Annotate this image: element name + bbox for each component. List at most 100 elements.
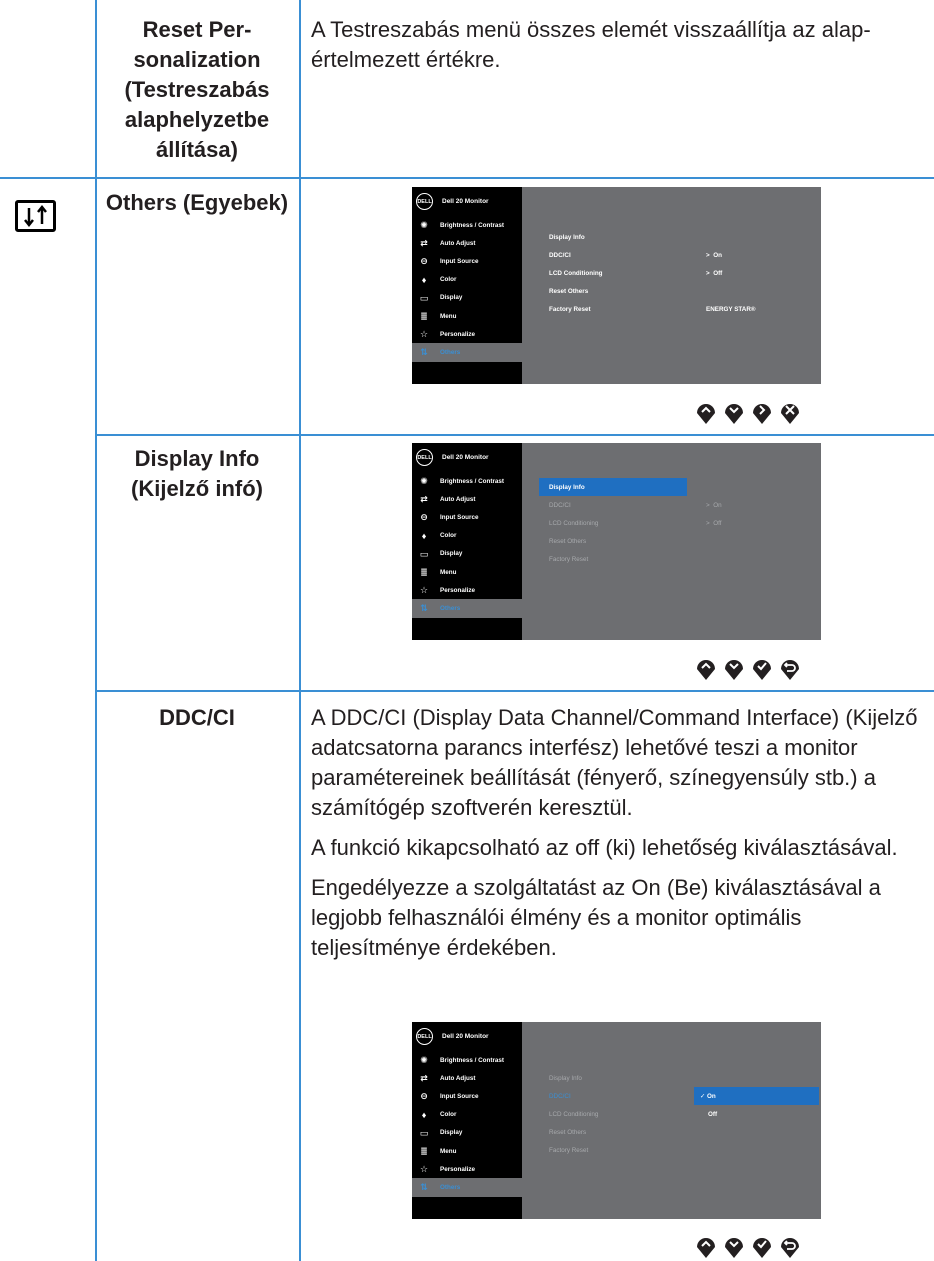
others-icon: ⇅ [420, 603, 428, 614]
osd-menu-item[interactable]: ✺ Brightness / Contrast [412, 1051, 522, 1069]
ddc-ci-label: DDC/CI [159, 705, 235, 730]
right-button-icon [753, 404, 771, 424]
osd-menu-item[interactable]: ♦ Color [412, 271, 522, 289]
osd-option[interactable]: LCD Conditioning > Off [549, 514, 821, 532]
close-button-icon [781, 404, 799, 424]
osd-option[interactable]: Display Info [549, 1069, 821, 1087]
personalize-star-icon: ☆ [419, 1164, 429, 1175]
osd-option[interactable]: Factory Reset [549, 550, 821, 568]
osd-menu-item[interactable]: ✺ Brightness / Contrast [412, 216, 522, 234]
input-source-icon: ⊖ [420, 1091, 428, 1102]
row-divider [0, 177, 934, 179]
osd-option-value: > Off [706, 519, 722, 527]
osd-option-selected[interactable]: Display Info [549, 478, 821, 496]
ddc-option-off[interactable]: Off [694, 1105, 819, 1123]
osd-bottom-strip [412, 624, 522, 640]
menu-icon: ≣ [420, 567, 428, 578]
input-source-icon: ⊖ [420, 512, 428, 523]
osd-bottom-strip [412, 1203, 522, 1219]
others-label: Others (Egye­bek) [105, 190, 289, 215]
osd-menu-item-others[interactable]: ⇅ Others [412, 343, 522, 362]
personalize-star-icon: ☆ [419, 329, 429, 340]
osd-menu-item[interactable]: ▭ Display [412, 289, 522, 307]
osd-menu-item[interactable]: ☆ Personalize [412, 581, 522, 599]
brightness-icon: ✺ [420, 1055, 428, 1066]
row-divider [96, 690, 934, 692]
osd-menu-item[interactable]: ⊖ Input Source [412, 1087, 522, 1105]
dell-logo: DELL [416, 193, 433, 210]
ddc-ci-description: A DDC/CI (Display Data Channel/Command I… [311, 703, 926, 963]
osd-menu-item[interactable]: ≣ Menu [412, 563, 522, 581]
osd-option[interactable]: DDC/CI > On [549, 246, 821, 264]
up-button-icon [697, 1238, 715, 1258]
input-source-icon: ⊖ [420, 256, 428, 267]
check-icon: ✓ [700, 1092, 708, 1100]
osd-option[interactable]: Reset Others [549, 532, 821, 550]
osd-ddc-ci-screenshot: DELL Dell 20 Monitor ✺ Brightness / Contr… [412, 1022, 821, 1219]
up-button-icon [697, 404, 715, 424]
personalize-star-icon: ☆ [419, 585, 429, 596]
energy-star-label: ENERGY STAR® [706, 305, 756, 313]
down-button-icon [725, 404, 743, 424]
check-button-icon [753, 660, 771, 680]
table-middle-rule [299, 0, 301, 1261]
others-icon: ⇅ [420, 1182, 428, 1193]
osd-option-value: > On [706, 501, 722, 509]
osd-option[interactable]: Reset Others [549, 282, 821, 300]
osd-menu-item[interactable]: ≣ Menu [412, 307, 522, 325]
osd-model: Dell 20 Monitor [442, 1033, 489, 1040]
osd-option[interactable]: DDC/CI > On [549, 496, 821, 514]
osd-model: Dell 20 Monitor [442, 198, 489, 205]
osd-menu-item[interactable]: ⇄ Auto Adjust [412, 490, 522, 508]
osd-menu-item[interactable]: ✺ Brightness / Contrast [412, 472, 522, 490]
osd-nav-buttons [696, 1234, 800, 1258]
osd-menu-item[interactable]: ☆ Personalize [412, 325, 522, 343]
osd-menu-item[interactable]: ⇄ Auto Adjust [412, 234, 522, 252]
back-button-icon [781, 1238, 799, 1258]
osd-option[interactable]: LCD Conditioning > Off [549, 264, 821, 282]
osd-options: Display Info DDC/CI > On LCD Conditioning… [549, 228, 821, 318]
ddc-option-on[interactable]: ✓ On [694, 1087, 819, 1105]
osd-menu-item[interactable]: ♦ Color [412, 1106, 522, 1124]
brightness-icon: ✺ [420, 220, 428, 231]
osd-others-screenshot: DELL Dell 20 Monitor ✺ Brightness / Contr… [412, 187, 821, 384]
osd-menu: ✺ Brightness / Contrast ⇄ Auto Adjust ⊖ Inp… [412, 472, 522, 618]
auto-adjust-icon: ⇄ [420, 238, 428, 249]
osd-menu-item[interactable]: ≣ Menu [412, 1142, 522, 1160]
osd-option[interactable]: Factory Reset [549, 1141, 821, 1159]
display-icon: ▭ [419, 292, 429, 303]
osd-menu-item-others[interactable]: ⇅ Others [412, 599, 522, 618]
osd-option[interactable]: Reset Others [549, 1123, 821, 1141]
reset-personalization-label: Reset Per­sonalization (Testreszabás ala… [124, 17, 270, 162]
osd-option[interactable]: Factory Reset ENERGY STAR® [549, 300, 821, 318]
osd-menu-item-others[interactable]: ⇅ Others [412, 1178, 522, 1197]
ddc-ci-paragraph: A DDC/CI (Display Data Channel/Command I… [311, 705, 918, 820]
check-button-icon [753, 1238, 771, 1258]
osd-options: Display Info DDC/CI > On LCD Conditioning… [549, 478, 821, 568]
osd-menu: ✺ Brightness / Contrast ⇄ Auto Adjust ⊖ Inp… [412, 1051, 522, 1197]
osd-bottom-strip [412, 368, 522, 384]
up-button-icon [697, 660, 715, 680]
osd-menu-item[interactable]: ♦ Color [412, 527, 522, 545]
display-icon: ▭ [419, 1127, 429, 1138]
display-icon: ▭ [419, 548, 429, 559]
down-button-icon [725, 660, 743, 680]
osd-menu-item[interactable]: ▭ Display [412, 1124, 522, 1142]
auto-adjust-icon: ⇄ [420, 1073, 428, 1084]
osd-option-value: > On [706, 251, 722, 259]
ddc-ci-paragraph: A funkció kikapcsolható az off (ki) lehe… [311, 835, 898, 860]
osd-menu-item[interactable]: ⇄ Auto Adjust [412, 1069, 522, 1087]
others-sliders-icon [15, 200, 56, 232]
osd-menu-item[interactable]: ▭ Display [412, 545, 522, 563]
osd-menu-item[interactable]: ⊖ Input Source [412, 508, 522, 526]
down-button-icon [725, 1238, 743, 1258]
osd-model: Dell 20 Monitor [442, 454, 489, 461]
back-button-icon [781, 660, 799, 680]
reset-personalization-description: A Testreszabás menü összes elemét vissza… [311, 17, 871, 72]
osd-menu-item[interactable]: ⊖ Input Source [412, 252, 522, 270]
dell-logo: DELL [416, 1028, 433, 1045]
osd-display-info-screenshot: DELL Dell 20 Monitor ✺ Brightness / Contr… [412, 443, 821, 640]
osd-nav-buttons [696, 400, 800, 424]
osd-menu-item[interactable]: ☆ Personalize [412, 1160, 522, 1178]
osd-option[interactable]: Display Info [549, 228, 821, 246]
